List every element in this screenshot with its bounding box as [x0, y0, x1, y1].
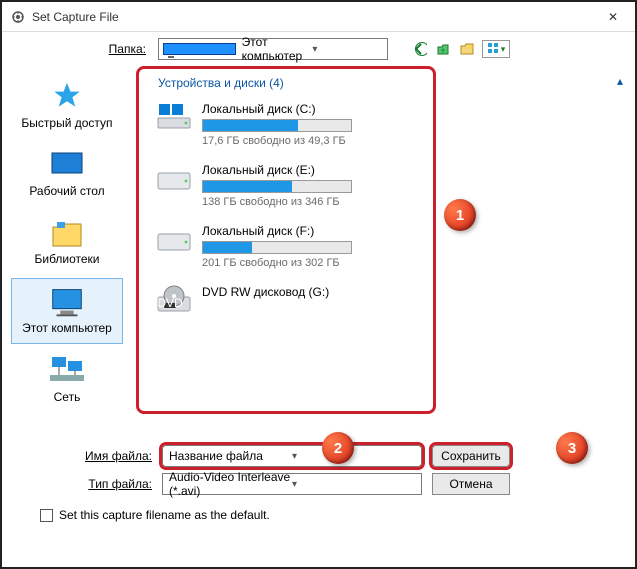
pc-icon	[47, 285, 87, 319]
drive-free: 201 ГБ свободно из 302 ГБ	[202, 257, 617, 269]
chevron-down-icon: ▾	[312, 44, 383, 55]
cancel-button[interactable]: Отмена	[432, 473, 510, 495]
up-button[interactable]	[434, 40, 452, 58]
chevron-down-icon: ▾	[292, 451, 415, 462]
capacity-bar	[202, 180, 352, 193]
drive-free: 17,6 ГБ свободно из 49,3 ГБ	[202, 135, 617, 147]
svg-text:DVD: DVD	[157, 296, 183, 310]
desktop-icon	[47, 148, 87, 182]
close-button[interactable]: ✕	[599, 10, 627, 24]
filetype-label: Тип файла:	[62, 477, 152, 491]
chevron-down-icon: ▾	[292, 479, 415, 490]
filename-label: Имя файла:	[62, 449, 152, 463]
network-icon	[47, 354, 87, 388]
drive-g-dvd[interactable]: DVD DVD RW дисковод (G:)	[136, 279, 625, 323]
folder-label: Папка:	[2, 42, 150, 56]
app-icon	[10, 9, 26, 25]
group-header[interactable]: Устройства и диски (4)	[146, 72, 625, 96]
sidebar-item-this-pc[interactable]: Этот компьютер	[11, 278, 123, 344]
drive-label: Локальный диск (F:)	[202, 224, 617, 238]
file-list-pane: ▴ Устройства и диски (4) Локальный диск …	[132, 66, 635, 436]
views-button[interactable]: ▾	[482, 40, 510, 58]
libraries-icon	[47, 216, 87, 250]
drive-label: Локальный диск (C:)	[202, 102, 617, 116]
new-folder-button[interactable]	[458, 40, 476, 58]
drive-f[interactable]: Локальный диск (F:) 201 ГБ свободно из 3…	[136, 218, 625, 279]
set-default-label: Set this capture filename as the default…	[59, 508, 270, 522]
hdd-icon	[156, 102, 192, 130]
star-icon	[47, 80, 87, 114]
drive-label: DVD RW дисковод (G:)	[202, 285, 617, 299]
sidebar-item-desktop[interactable]: Рабочий стол	[11, 142, 123, 206]
dvd-icon: DVD	[156, 285, 192, 313]
places-bar: Быстрый доступ Рабочий стол Библиотеки Э…	[2, 66, 132, 436]
pc-icon	[163, 43, 236, 55]
folder-current: Этот компьютер	[242, 35, 313, 63]
drive-free: 138 ГБ свободно из 346 ГБ	[202, 196, 617, 208]
filetype-select[interactable]: Audio-Video Interleave (*.avi) ▾	[162, 473, 422, 495]
drive-label: Локальный диск (E:)	[202, 163, 617, 177]
hdd-icon	[156, 224, 192, 252]
sidebar-item-libraries[interactable]: Библиотеки	[11, 210, 123, 274]
folder-dropdown[interactable]: Этот компьютер ▾	[158, 38, 388, 60]
back-button[interactable]	[410, 40, 428, 58]
drive-c[interactable]: Локальный диск (C:) 17,6 ГБ свободно из …	[136, 96, 625, 157]
sidebar-item-network[interactable]: Сеть	[11, 348, 123, 412]
set-default-checkbox[interactable]	[40, 509, 53, 522]
drive-e[interactable]: Локальный диск (E:) 138 ГБ свободно из 3…	[136, 157, 625, 218]
window-title: Set Capture File	[32, 10, 599, 24]
capacity-bar	[202, 241, 352, 254]
capacity-bar	[202, 119, 352, 132]
collapse-group-icon[interactable]: ▴	[617, 74, 623, 88]
save-button[interactable]: Сохранить	[432, 445, 510, 467]
sidebar-item-quick-access[interactable]: Быстрый доступ	[11, 74, 123, 138]
hdd-icon	[156, 163, 192, 191]
filename-input[interactable]: Название файла ▾	[162, 445, 422, 467]
